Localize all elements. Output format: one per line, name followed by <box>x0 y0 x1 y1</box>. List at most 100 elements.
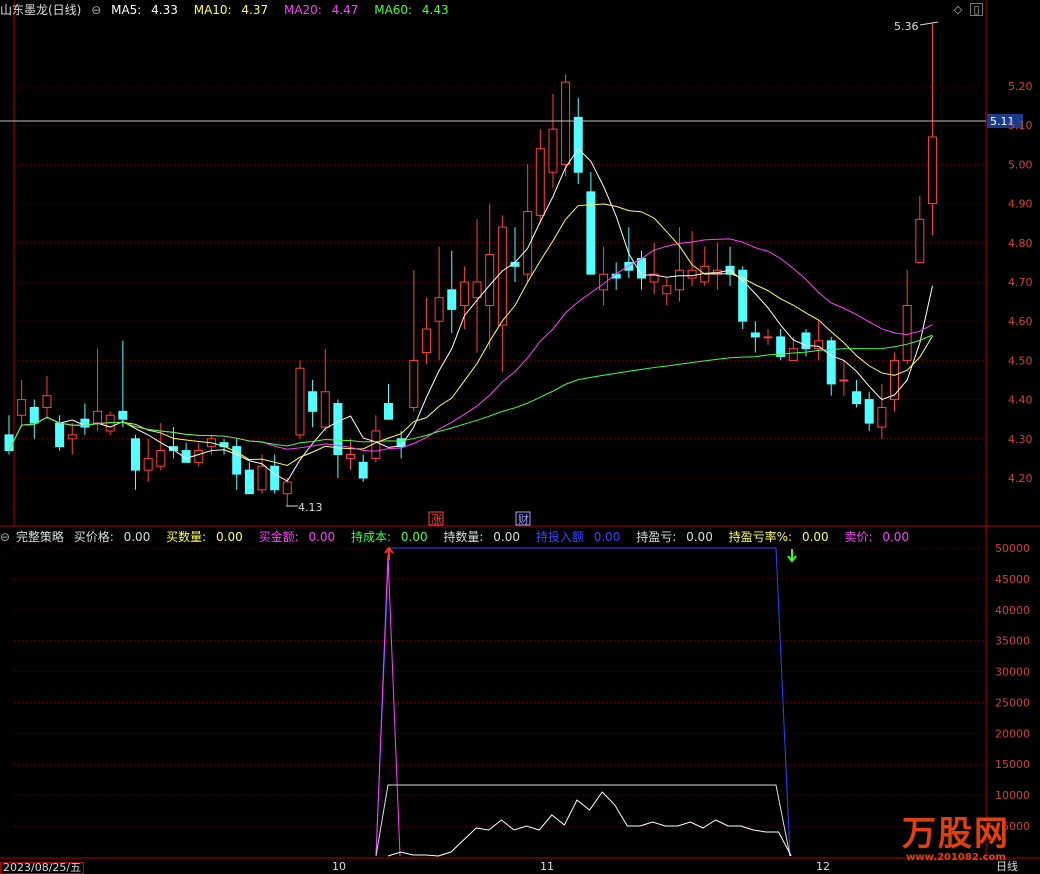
field-hold-pnl: 持盈亏: 0.00 <box>636 530 719 544</box>
field-sell-price-value: 0.00 <box>882 530 910 544</box>
buy-amount-line <box>375 554 401 857</box>
candle-body <box>687 269 697 279</box>
candle-body <box>447 289 457 310</box>
ma60-label: MA60: 4.43 <box>374 3 454 17</box>
candle-body <box>118 410 128 420</box>
price-tick-label: 4.30 <box>1008 433 1033 446</box>
field-hold-qty-label: 持数量: <box>443 530 484 544</box>
ma10-label: MA10: 4.37 <box>194 3 274 17</box>
month-label-11: 11 <box>540 860 554 873</box>
candle-body <box>864 399 874 424</box>
candle-body <box>270 465 280 491</box>
field-sell-price: 卖价: 0.00 <box>844 530 915 544</box>
field-hold-cost-value: 0.00 <box>400 530 428 544</box>
candle-body <box>573 116 583 173</box>
field-hold-invest-label: 持投入额 <box>535 530 584 544</box>
field-buy-price: 买价格: 0.00 <box>74 530 157 544</box>
candle-body <box>17 399 27 416</box>
candle-body <box>67 434 77 440</box>
candle-body <box>257 465 267 491</box>
field-hold-cost: 持成本: 0.00 <box>351 530 434 544</box>
sub-tick-label: 40000 <box>995 604 1030 617</box>
price-tick-label: 4.60 <box>1008 315 1033 328</box>
candle-body <box>852 391 862 405</box>
candle-body <box>93 410 103 424</box>
field-hold-pnl-rate-value: 0.00 <box>801 530 829 544</box>
watermark: 万股网 www.201082.com <box>902 816 1010 863</box>
candle-body <box>421 328 431 354</box>
field-sell-price-label: 卖价: <box>844 530 873 544</box>
sub-tick-label: 45000 <box>995 573 1030 586</box>
candle-body <box>890 359 899 401</box>
field-hold-pnl-rate-label: 持盈亏率%: <box>728 530 793 544</box>
candle-body <box>927 136 937 205</box>
moving-average-lines <box>8 147 933 482</box>
sell-arrow-icon <box>787 549 797 563</box>
collapse-sub-icon[interactable]: ⊖ <box>0 530 10 544</box>
candle-body <box>814 340 824 350</box>
candle-body <box>472 281 482 299</box>
candle-body <box>788 348 798 361</box>
diamond-icon[interactable]: ◇ <box>952 4 964 16</box>
buy-arrow-icon <box>384 546 394 560</box>
ma20-line <box>8 238 933 452</box>
candle-body <box>371 430 381 459</box>
sub-axis: 50000 45000 40000 35000 30000 25000 20000 15000… <box>995 542 1030 833</box>
ma60-value: 4.43 <box>421 3 449 17</box>
candle-body <box>459 281 469 307</box>
field-buy-qty: 买数量: 0.00 <box>166 530 249 544</box>
ma20-name: MA20: <box>283 3 322 17</box>
sub-panel-header: ⊖ 完整策略 买价格: 0.00 买数量: 0.00 买金额: 0.00 持成本… <box>0 530 921 544</box>
candle-body <box>801 332 811 350</box>
field-buy-qty-label: 买数量: <box>166 530 207 544</box>
collapse-icon[interactable]: ⊖ <box>91 3 101 17</box>
sub-tick-label: 10000 <box>995 789 1030 802</box>
candle-body <box>320 391 330 428</box>
ma5-value: 4.33 <box>151 3 178 17</box>
candle-body <box>535 148 545 216</box>
watermark-url: www.201082.com <box>906 852 1006 863</box>
field-hold-qty: 持数量: 0.00 <box>443 530 526 544</box>
candle-body <box>915 218 925 263</box>
ma20-value: 4.47 <box>331 3 359 17</box>
price-tick-label: 4.70 <box>1008 276 1033 289</box>
candle-body <box>384 403 393 420</box>
high-arrow-icon <box>919 21 939 26</box>
price-tick-label: 4.50 <box>1008 354 1033 367</box>
field-buy-amount-value: 0.00 <box>308 530 336 544</box>
ma60-name: MA60: <box>374 3 413 17</box>
field-hold-invest: 持投入额 0.00 <box>536 530 627 544</box>
sub-tick-label: 25000 <box>995 696 1030 709</box>
candle-body <box>561 81 571 165</box>
field-hold-pnl-rate: 持盈亏率%: 0.00 <box>729 530 835 544</box>
month-label-10: 10 <box>332 860 346 873</box>
candle-body <box>409 359 419 408</box>
price-tick-label: 4.40 <box>1008 394 1033 407</box>
field-buy-price-value: 0.00 <box>123 530 151 544</box>
price-tick-label: 4.90 <box>1008 198 1033 211</box>
candle-body <box>4 434 14 452</box>
sub-grid <box>14 547 986 827</box>
field-hold-invest-value: 0.00 <box>593 530 621 544</box>
price-tick-label: 5.00 <box>1008 158 1033 171</box>
stock-title[interactable]: 山东墨龙(日线) <box>0 3 81 17</box>
candle-body <box>826 340 836 385</box>
candle-body <box>244 469 254 495</box>
candle-body <box>295 367 305 436</box>
candle-body <box>346 453 356 459</box>
sub-tick-label: 15000 <box>995 758 1030 771</box>
sub-tick-label: 30000 <box>995 666 1030 679</box>
chart-canvas[interactable]: 5.11 5.36 4.13 涨 财 5.205.105.004.904.804… <box>0 0 1040 873</box>
strategy-title[interactable]: 完整策略 <box>16 530 64 544</box>
month-label-12: 12 <box>816 860 830 873</box>
candle-body <box>674 269 684 291</box>
candle-body <box>143 457 153 471</box>
panel-menu-icon[interactable]: ▯ <box>970 3 983 16</box>
candle-body <box>485 254 495 307</box>
ma60-line <box>8 334 933 451</box>
price-tick-label: 4.20 <box>1008 472 1033 485</box>
field-buy-qty-value: 0.00 <box>216 530 243 544</box>
candle-body <box>902 305 912 361</box>
candle-body <box>282 481 292 495</box>
period-label[interactable]: 日线 <box>996 861 1018 872</box>
